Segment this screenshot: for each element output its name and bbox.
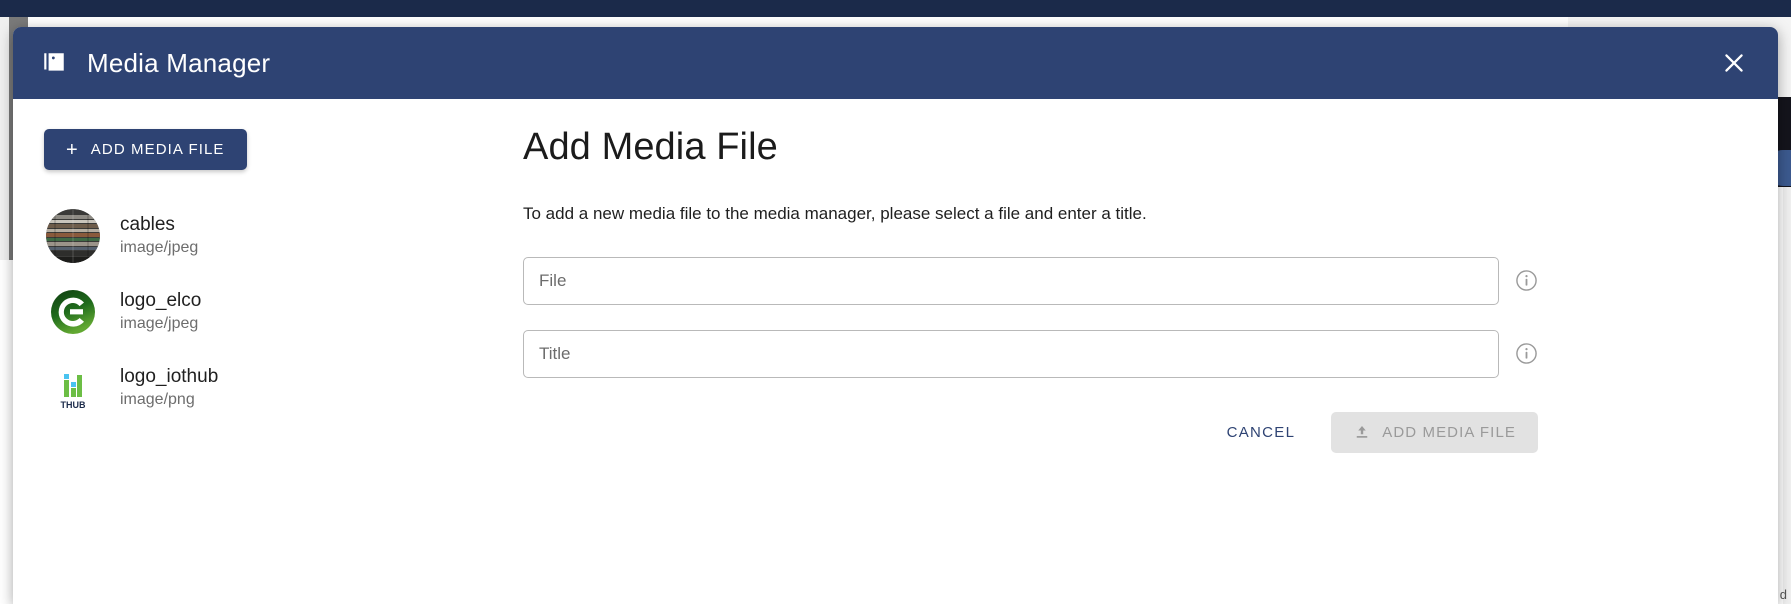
cancel-button[interactable]: CANCEL <box>1205 412 1318 453</box>
title-field-row <box>523 329 1538 378</box>
add-media-file-button[interactable]: + ADD MEDIA FILE <box>44 129 247 170</box>
image-collection-icon <box>41 50 67 76</box>
media-sidebar: + ADD MEDIA FILE cables image/jpeg logo_… <box>13 99 511 604</box>
dialog-header-left: Media Manager <box>41 48 270 79</box>
list-item[interactable]: logo_elco image/jpeg <box>44 274 511 350</box>
elco-logo-thumbnail-icon <box>46 285 100 339</box>
media-item-meta: logo_iothub image/png <box>120 366 218 409</box>
panel-description: To add a new media file to the media man… <box>523 203 1147 223</box>
media-item-type: image/jpeg <box>120 315 199 333</box>
list-item[interactable]: THUB logo_iothub image/png <box>44 350 511 426</box>
media-item-meta: cables image/jpeg <box>120 214 198 257</box>
title-input[interactable] <box>523 329 1499 378</box>
file-input[interactable] <box>523 256 1499 305</box>
submit-button-label: ADD MEDIA FILE <box>1382 423 1516 441</box>
info-icon[interactable] <box>1515 342 1538 365</box>
svg-text:THUB: THUB <box>61 400 86 410</box>
media-item-meta: logo_elco image/jpeg <box>120 290 201 333</box>
close-icon[interactable] <box>1712 41 1756 85</box>
media-item-name: logo_elco <box>120 290 202 312</box>
add-media-file-button-label: ADD MEDIA FILE <box>90 141 225 158</box>
media-item-name: cables <box>120 214 175 236</box>
file-field-row <box>523 256 1538 305</box>
media-item-name: logo_iothub <box>120 366 219 388</box>
media-manager-dialog: Media Manager + ADD MEDIA FILE cables im… <box>13 27 1778 604</box>
page-root: d Media Manager + ADD MEDIA FILE cables … <box>0 0 1791 604</box>
page-title: Add Media File <box>523 126 778 168</box>
media-item-type: image/jpeg <box>120 239 199 257</box>
media-file-list: cables image/jpeg logo_elco image/jpeg T… <box>44 198 511 426</box>
dialog-actions: CANCEL ADD MEDIA FILE <box>523 411 1538 453</box>
add-media-panel: Add Media File To add a new media file t… <box>511 99 1778 604</box>
background-edge-text: d <box>1779 587 1787 602</box>
dialog-header: Media Manager <box>13 27 1778 99</box>
iothub-logo-thumbnail-icon: THUB <box>46 361 100 415</box>
cables-thumbnail-icon <box>46 209 100 263</box>
dialog-title: Media Manager <box>87 47 271 78</box>
upload-icon <box>1353 423 1371 441</box>
list-item[interactable]: cables image/jpeg <box>44 198 511 274</box>
dialog-body: + ADD MEDIA FILE cables image/jpeg logo_… <box>13 99 1778 604</box>
app-right-scrollbar[interactable] <box>1783 187 1791 604</box>
info-icon[interactable] <box>1515 269 1538 292</box>
app-topbar <box>0 0 1791 17</box>
media-item-type: image/png <box>120 391 195 409</box>
plus-icon: + <box>66 138 79 161</box>
submit-add-media-file-button[interactable]: ADD MEDIA FILE <box>1331 411 1538 453</box>
